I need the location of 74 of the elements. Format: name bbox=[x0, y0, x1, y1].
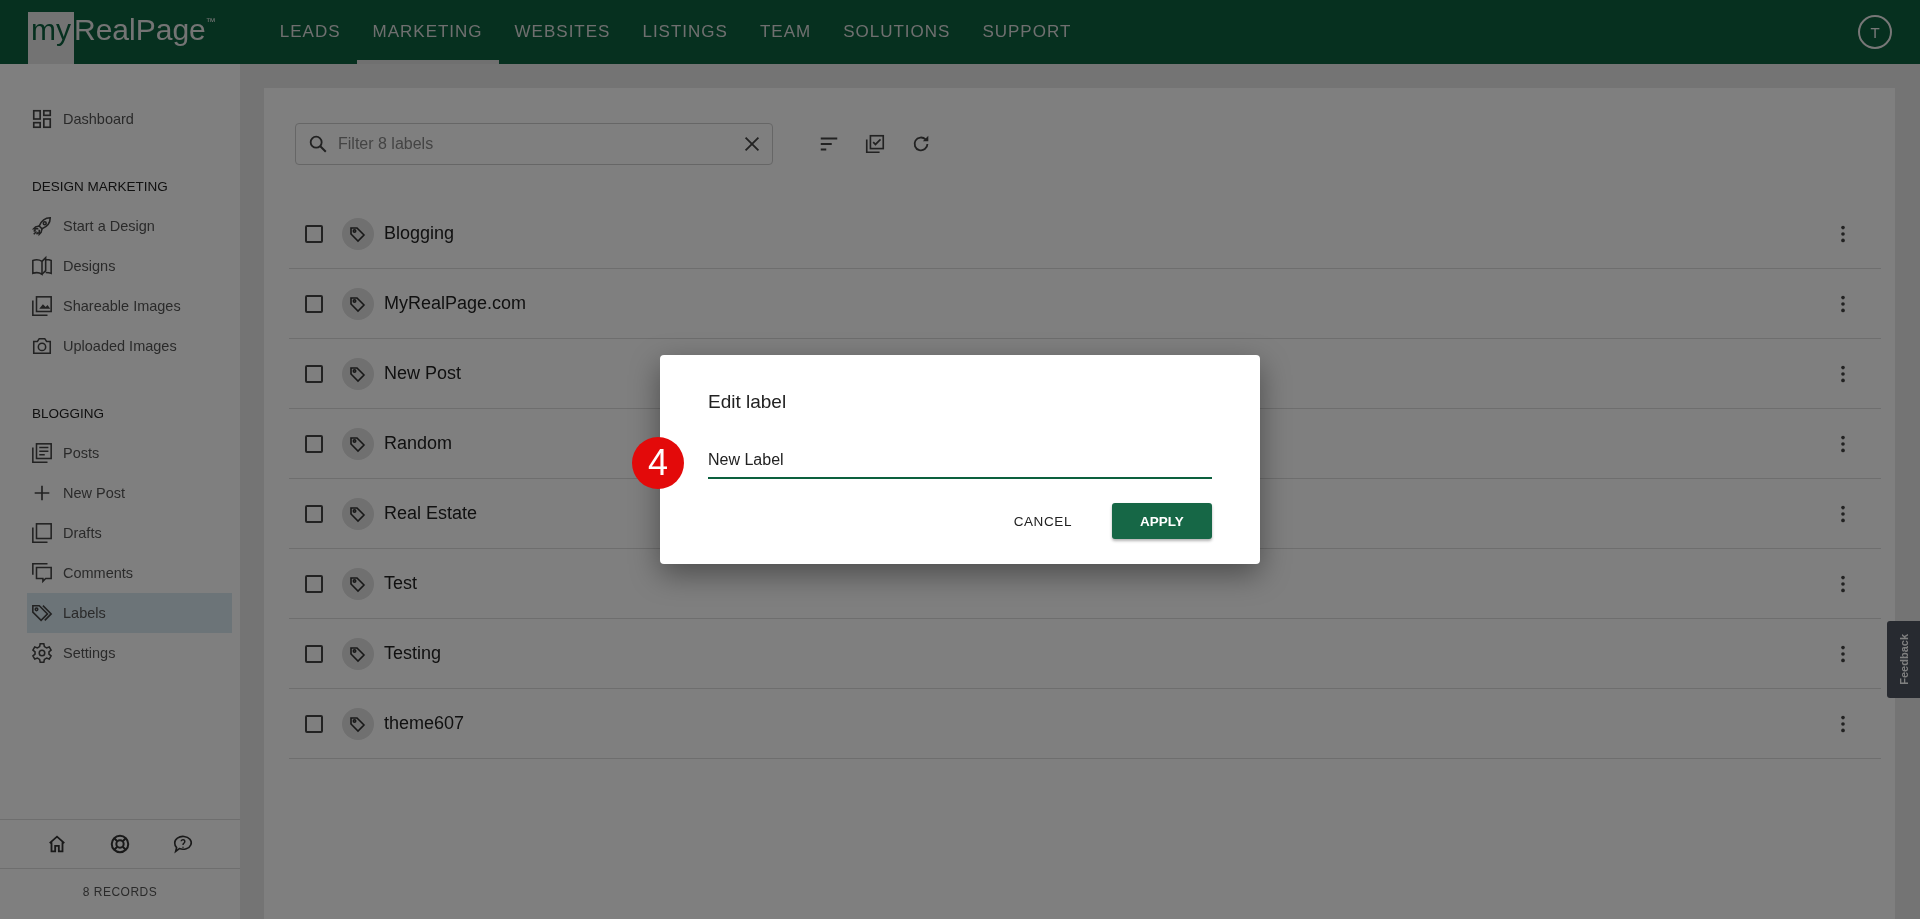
label-name: New Post bbox=[384, 363, 462, 384]
sidebar-item[interactable]: Settings bbox=[27, 633, 232, 673]
tag-icon bbox=[342, 567, 374, 600]
label-row[interactable]: Blogging bbox=[289, 199, 1881, 269]
nav-tab[interactable]: SUPPORT bbox=[966, 0, 1088, 64]
nav-tab[interactable]: WEBSITES bbox=[498, 0, 627, 64]
sidebar-item[interactable]: Dashboard bbox=[27, 99, 232, 139]
label-row[interactable]: Testing bbox=[289, 619, 1881, 689]
record-count: 8 RECORDS bbox=[81, 884, 159, 901]
apply-button[interactable]: APPLY bbox=[1112, 503, 1212, 539]
sidebar-item[interactable]: New Post bbox=[27, 473, 232, 513]
label-name: Test bbox=[384, 573, 417, 594]
label-name: Random bbox=[384, 433, 453, 454]
trademark-mark: ™ bbox=[205, 16, 216, 27]
label-name: Real Estate bbox=[384, 503, 478, 524]
label-name: theme607 bbox=[384, 713, 465, 734]
cancel-button[interactable]: CANCEL bbox=[997, 503, 1088, 539]
logo-prefix: my bbox=[28, 12, 74, 64]
section-heading: DESIGN MARKETING bbox=[31, 178, 169, 196]
checkbox[interactable] bbox=[305, 294, 323, 313]
dashboard-icon bbox=[31, 108, 53, 130]
checkbox[interactable] bbox=[305, 574, 323, 593]
nav-tab[interactable]: TEAM bbox=[743, 0, 828, 64]
tag-icon bbox=[342, 357, 374, 390]
logo-name: RealPage bbox=[74, 12, 206, 48]
avatar[interactable]: T bbox=[1858, 15, 1892, 49]
tag-icon bbox=[342, 497, 374, 530]
dialog-title: Edit label bbox=[708, 391, 788, 413]
tag-icon bbox=[342, 287, 374, 320]
label-row[interactable]: MyRealPage.com bbox=[289, 269, 1881, 339]
lifebuoy-icon[interactable] bbox=[109, 833, 131, 855]
posts-icon bbox=[31, 442, 53, 464]
sidebar-item[interactable]: Start a Design bbox=[27, 206, 232, 246]
checkbox[interactable] bbox=[305, 434, 323, 453]
images-icon bbox=[31, 295, 53, 317]
tag-icon bbox=[342, 707, 374, 740]
book-icon bbox=[31, 255, 53, 277]
label-name: Blogging bbox=[384, 223, 455, 244]
select-all-icon[interactable] bbox=[864, 133, 886, 155]
sidebar-item[interactable]: Labels bbox=[27, 593, 232, 633]
tag-icon bbox=[342, 427, 374, 460]
help-icon[interactable] bbox=[172, 833, 195, 855]
label-name: MyRealPage.com bbox=[384, 293, 527, 314]
drafts-icon bbox=[31, 522, 53, 544]
sidebar-item[interactable]: Posts bbox=[27, 433, 232, 473]
checkbox[interactable] bbox=[305, 504, 323, 523]
rocket-icon bbox=[31, 215, 53, 237]
nav-tab[interactable]: MARKETING bbox=[356, 0, 499, 64]
nav-tab[interactable]: LEADS bbox=[263, 0, 357, 64]
logo[interactable]: myRealPage™ bbox=[28, 0, 216, 64]
checkbox[interactable] bbox=[305, 714, 323, 733]
sidebar-item[interactable]: Designs bbox=[27, 246, 232, 286]
sidebar-item[interactable]: Uploaded Images bbox=[27, 326, 232, 366]
tags-icon bbox=[31, 602, 53, 624]
checkbox[interactable] bbox=[305, 224, 323, 243]
filter-field[interactable]: Filter 8 labels bbox=[295, 123, 773, 165]
camera-icon bbox=[31, 335, 53, 357]
checkbox[interactable] bbox=[305, 364, 323, 383]
checkbox[interactable] bbox=[305, 644, 323, 663]
sidebar-item[interactable]: Comments bbox=[27, 553, 232, 593]
label-row[interactable]: theme607 bbox=[289, 689, 1881, 759]
feedback-tab[interactable]: Feedback bbox=[1887, 621, 1920, 698]
comments-icon bbox=[31, 562, 53, 584]
section-heading: BLOGGING bbox=[31, 405, 105, 423]
label-name: Testing bbox=[384, 643, 442, 664]
search-icon bbox=[307, 133, 329, 155]
nav-tab[interactable]: SOLUTIONS bbox=[827, 0, 967, 64]
settings-icon bbox=[31, 642, 53, 664]
sidebar-item[interactable]: Shareable Images bbox=[27, 286, 232, 326]
nav-tab[interactable]: LISTINGS bbox=[626, 0, 744, 64]
tag-icon bbox=[342, 637, 374, 670]
tag-icon bbox=[342, 217, 374, 250]
step-badge: 4 bbox=[632, 437, 684, 489]
sidebar-item[interactable]: Drafts bbox=[27, 513, 232, 553]
